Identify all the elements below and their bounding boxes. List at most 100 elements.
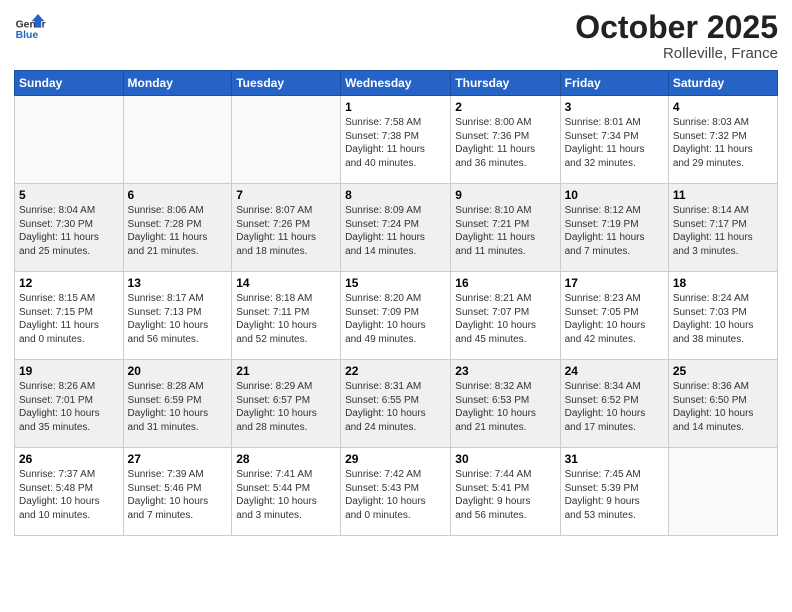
day-info: Sunrise: 8:20 AM Sunset: 7:09 PM Dayligh… xyxy=(345,292,446,346)
day-number: 24 xyxy=(565,364,664,378)
day-info: Sunrise: 8:03 AM Sunset: 7:32 PM Dayligh… xyxy=(673,116,773,170)
day-info: Sunrise: 7:37 AM Sunset: 5:48 PM Dayligh… xyxy=(19,468,119,522)
calendar: Sunday Monday Tuesday Wednesday Thursday… xyxy=(14,70,778,536)
day-info: Sunrise: 8:00 AM Sunset: 7:36 PM Dayligh… xyxy=(455,116,555,170)
day-info: Sunrise: 7:42 AM Sunset: 5:43 PM Dayligh… xyxy=(345,468,446,522)
calendar-cell: 17 Sunrise: 8:23 AM Sunset: 7:05 PM Dayli… xyxy=(560,272,668,360)
col-sunday: Sunday xyxy=(15,71,124,96)
calendar-cell: 9 Sunrise: 8:10 AM Sunset: 7:21 PM Daylig… xyxy=(451,184,560,272)
calendar-cell: 22 Sunrise: 8:31 AM Sunset: 6:55 PM Dayli… xyxy=(341,360,451,448)
calendar-cell: 23Sunrise: 8:32 AM Sunset: 6:53 PM Dayli… xyxy=(451,360,560,448)
calendar-week-row: 19Sunrise: 8:26 AM Sunset: 7:01 PM Dayli… xyxy=(15,360,778,448)
day-number: 5 xyxy=(19,188,119,202)
calendar-cell: 20 Sunrise: 8:28 AM Sunset: 6:59 PM Dayli… xyxy=(123,360,232,448)
day-number: 18 xyxy=(673,276,773,290)
day-info: Sunrise: 8:14 AM Sunset: 7:17 PM Dayligh… xyxy=(673,204,773,258)
day-info: Sunrise: 8:15 AM Sunset: 7:15 PM Dayligh… xyxy=(19,292,119,346)
day-info: Sunrise: 8:07 AM Sunset: 7:26 PM Dayligh… xyxy=(236,204,336,258)
col-thursday: Thursday xyxy=(451,71,560,96)
day-number: 20 xyxy=(128,364,228,378)
calendar-week-row: 12 Sunrise: 8:15 AM Sunset: 7:15 PM Dayli… xyxy=(15,272,778,360)
day-number: 3 xyxy=(565,100,664,114)
calendar-cell xyxy=(668,448,777,536)
calendar-cell: 3Sunrise: 8:01 AM Sunset: 7:34 PM Daylig… xyxy=(560,96,668,184)
calendar-cell: 11 Sunrise: 8:14 AM Sunset: 7:17 PM Dayli… xyxy=(668,184,777,272)
calendar-cell: 7 Sunrise: 8:07 AM Sunset: 7:26 PM Daylig… xyxy=(232,184,341,272)
day-number: 28 xyxy=(236,452,336,466)
calendar-cell: 8 Sunrise: 8:09 AM Sunset: 7:24 PM Daylig… xyxy=(341,184,451,272)
day-info: Sunrise: 8:18 AM Sunset: 7:11 PM Dayligh… xyxy=(236,292,336,346)
calendar-cell: 15 Sunrise: 8:20 AM Sunset: 7:09 PM Dayli… xyxy=(341,272,451,360)
day-number: 9 xyxy=(455,188,555,202)
day-number: 17 xyxy=(565,276,664,290)
calendar-header-row: Sunday Monday Tuesday Wednesday Thursday… xyxy=(15,71,778,96)
calendar-cell: 27Sunrise: 7:39 AM Sunset: 5:46 PM Dayli… xyxy=(123,448,232,536)
calendar-cell: 25 Sunrise: 8:36 AM Sunset: 6:50 PM Dayli… xyxy=(668,360,777,448)
day-info: Sunrise: 8:31 AM Sunset: 6:55 PM Dayligh… xyxy=(345,380,446,434)
day-number: 14 xyxy=(236,276,336,290)
calendar-cell: 26 Sunrise: 7:37 AM Sunset: 5:48 PM Dayli… xyxy=(15,448,124,536)
day-number: 31 xyxy=(565,452,664,466)
calendar-week-row: 26 Sunrise: 7:37 AM Sunset: 5:48 PM Dayli… xyxy=(15,448,778,536)
day-number: 26 xyxy=(19,452,119,466)
day-info: Sunrise: 8:34 AM Sunset: 6:52 PM Dayligh… xyxy=(565,380,664,434)
calendar-cell: 1 Sunrise: 7:58 AM Sunset: 7:38 PM Daylig… xyxy=(341,96,451,184)
svg-text:Blue: Blue xyxy=(16,30,39,41)
day-number: 4 xyxy=(673,100,773,114)
day-number: 22 xyxy=(345,364,446,378)
header: General Blue October 2025 Rolleville, Fr… xyxy=(14,10,778,62)
day-info: Sunrise: 7:58 AM Sunset: 7:38 PM Dayligh… xyxy=(345,116,446,170)
calendar-cell xyxy=(15,96,124,184)
col-friday: Friday xyxy=(560,71,668,96)
day-number: 8 xyxy=(345,188,446,202)
title-block: October 2025 Rolleville, France xyxy=(575,10,778,62)
day-info: Sunrise: 8:23 AM Sunset: 7:05 PM Dayligh… xyxy=(565,292,664,346)
calendar-cell: 19Sunrise: 8:26 AM Sunset: 7:01 PM Dayli… xyxy=(15,360,124,448)
calendar-cell: 16Sunrise: 8:21 AM Sunset: 7:07 PM Dayli… xyxy=(451,272,560,360)
day-number: 15 xyxy=(345,276,446,290)
calendar-cell: 14 Sunrise: 8:18 AM Sunset: 7:11 PM Dayli… xyxy=(232,272,341,360)
day-number: 12 xyxy=(19,276,119,290)
day-info: Sunrise: 8:26 AM Sunset: 7:01 PM Dayligh… xyxy=(19,380,119,434)
day-info: Sunrise: 8:09 AM Sunset: 7:24 PM Dayligh… xyxy=(345,204,446,258)
col-monday: Monday xyxy=(123,71,232,96)
calendar-cell: 5Sunrise: 8:04 AM Sunset: 7:30 PM Daylig… xyxy=(15,184,124,272)
logo: General Blue xyxy=(14,10,50,42)
day-info: Sunrise: 8:06 AM Sunset: 7:28 PM Dayligh… xyxy=(128,204,228,258)
month-title: October 2025 xyxy=(575,10,778,45)
day-number: 16 xyxy=(455,276,555,290)
col-saturday: Saturday xyxy=(668,71,777,96)
calendar-cell: 30 Sunrise: 7:44 AM Sunset: 5:41 PM Dayli… xyxy=(451,448,560,536)
day-number: 29 xyxy=(345,452,446,466)
day-info: Sunrise: 8:10 AM Sunset: 7:21 PM Dayligh… xyxy=(455,204,555,258)
day-info: Sunrise: 8:29 AM Sunset: 6:57 PM Dayligh… xyxy=(236,380,336,434)
calendar-cell: 6Sunrise: 8:06 AM Sunset: 7:28 PM Daylig… xyxy=(123,184,232,272)
day-info: Sunrise: 7:39 AM Sunset: 5:46 PM Dayligh… xyxy=(128,468,228,522)
calendar-cell: 18Sunrise: 8:24 AM Sunset: 7:03 PM Dayli… xyxy=(668,272,777,360)
day-number: 1 xyxy=(345,100,446,114)
calendar-cell: 2 Sunrise: 8:00 AM Sunset: 7:36 PM Daylig… xyxy=(451,96,560,184)
day-number: 7 xyxy=(236,188,336,202)
day-info: Sunrise: 7:41 AM Sunset: 5:44 PM Dayligh… xyxy=(236,468,336,522)
col-tuesday: Tuesday xyxy=(232,71,341,96)
day-number: 25 xyxy=(673,364,773,378)
day-number: 30 xyxy=(455,452,555,466)
day-info: Sunrise: 7:45 AM Sunset: 5:39 PM Dayligh… xyxy=(565,468,664,522)
day-info: Sunrise: 8:17 AM Sunset: 7:13 PM Dayligh… xyxy=(128,292,228,346)
calendar-week-row: 1 Sunrise: 7:58 AM Sunset: 7:38 PM Daylig… xyxy=(15,96,778,184)
day-info: Sunrise: 7:44 AM Sunset: 5:41 PM Dayligh… xyxy=(455,468,555,522)
logo-icon: General Blue xyxy=(14,10,46,42)
calendar-cell: 28 Sunrise: 7:41 AM Sunset: 5:44 PM Dayli… xyxy=(232,448,341,536)
page-container: General Blue October 2025 Rolleville, Fr… xyxy=(0,0,792,546)
svg-text:General: General xyxy=(16,20,46,31)
calendar-cell: 4 Sunrise: 8:03 AM Sunset: 7:32 PM Daylig… xyxy=(668,96,777,184)
day-number: 13 xyxy=(128,276,228,290)
day-number: 23 xyxy=(455,364,555,378)
calendar-week-row: 5Sunrise: 8:04 AM Sunset: 7:30 PM Daylig… xyxy=(15,184,778,272)
day-number: 2 xyxy=(455,100,555,114)
day-info: Sunrise: 8:28 AM Sunset: 6:59 PM Dayligh… xyxy=(128,380,228,434)
day-info: Sunrise: 8:36 AM Sunset: 6:50 PM Dayligh… xyxy=(673,380,773,434)
day-number: 21 xyxy=(236,364,336,378)
col-wednesday: Wednesday xyxy=(341,71,451,96)
day-number: 11 xyxy=(673,188,773,202)
